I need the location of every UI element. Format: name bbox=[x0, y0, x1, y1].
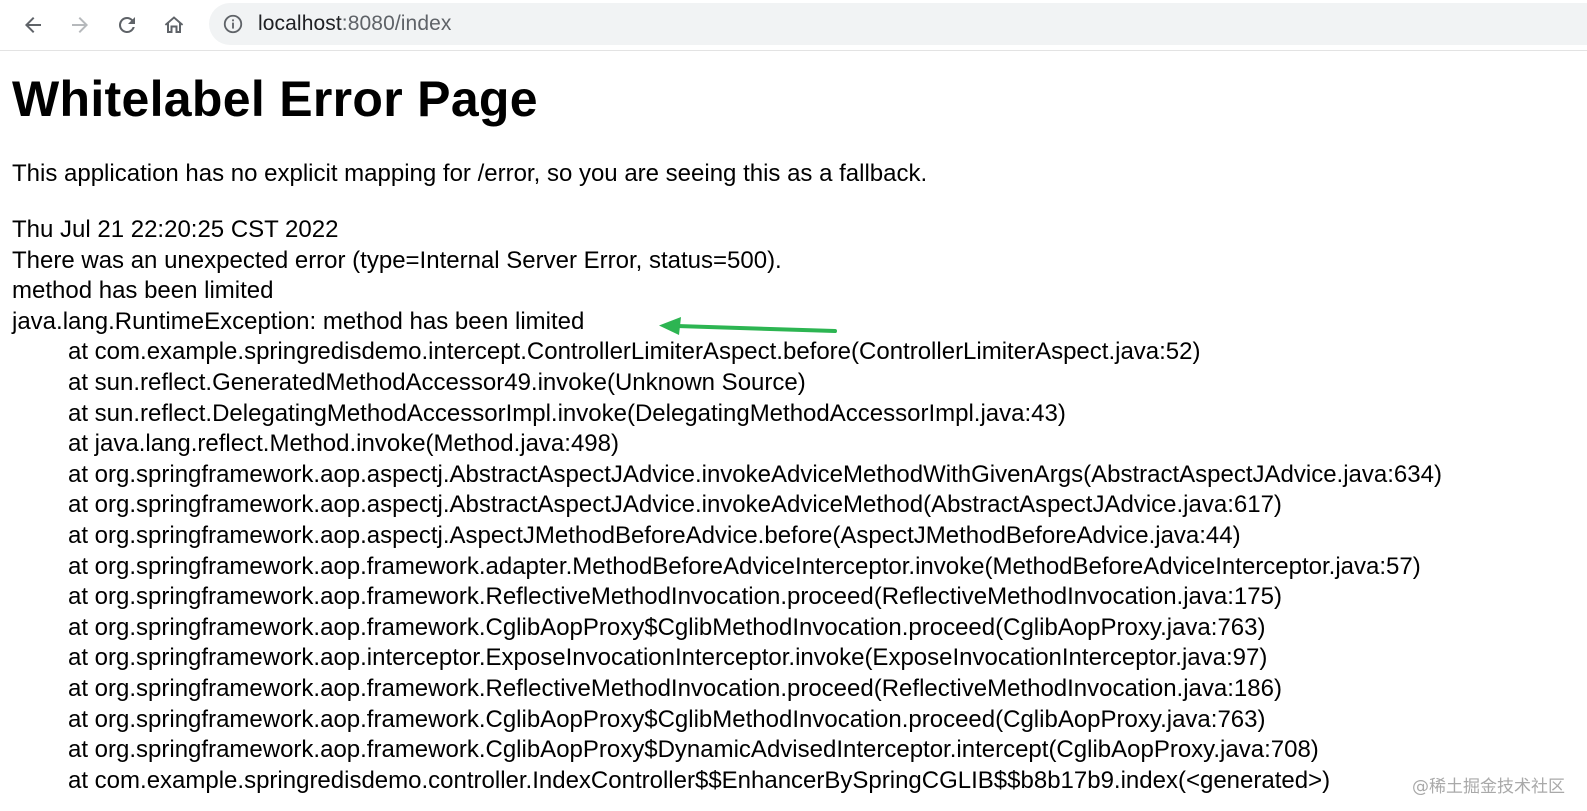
stack-frame: at org.springframework.aop.aspectj.Aspec… bbox=[68, 521, 1241, 549]
stack-frame: at org.springframework.aop.framework.Cgl… bbox=[68, 705, 1266, 733]
browser-toolbar: localhost:8080/index bbox=[0, 0, 1587, 51]
watermark: @稀土掘金技术社区 bbox=[1412, 777, 1565, 797]
url-host: localhost bbox=[258, 12, 342, 35]
home-button[interactable] bbox=[156, 7, 192, 43]
reload-button[interactable] bbox=[109, 7, 145, 43]
stack-frame: at java.lang.reflect.Method.invoke(Metho… bbox=[68, 430, 619, 458]
forward-button[interactable] bbox=[62, 7, 98, 43]
stack-frame: at sun.reflect.GeneratedMethodAccessor49… bbox=[68, 368, 806, 396]
error-details: Thu Jul 21 22:20:25 CST 2022 There was a… bbox=[12, 215, 1442, 796]
stack-frame: at org.springframework.aop.framework.Cgl… bbox=[68, 736, 1319, 764]
info-icon[interactable] bbox=[222, 13, 244, 35]
stack-frame: at org.springframework.aop.framework.ada… bbox=[68, 552, 1421, 580]
stack-frame: at org.springframework.aop.framework.Ref… bbox=[68, 583, 1282, 611]
error-timestamp: Thu Jul 21 22:20:25 CST 2022 bbox=[12, 216, 339, 243]
stack-frame: at org.springframework.aop.framework.Cgl… bbox=[68, 613, 1266, 641]
error-message: method has been limited bbox=[12, 277, 274, 305]
back-button[interactable] bbox=[15, 7, 51, 43]
stack-frame: at com.example.springredisdemo.controlle… bbox=[68, 766, 1331, 794]
stack-frame: at org.springframework.aop.interceptor.E… bbox=[68, 644, 1268, 672]
url-text[interactable]: localhost:8080/index bbox=[258, 12, 452, 36]
reload-icon bbox=[118, 16, 135, 33]
page-title: Whitelabel Error Page bbox=[12, 71, 538, 127]
url-path: :8080/index bbox=[341, 12, 452, 35]
forward-arrow-icon bbox=[72, 17, 88, 33]
error-description: This application has no explicit mapping… bbox=[12, 160, 928, 187]
stack-frame: at sun.reflect.DelegatingMethodAccessorI… bbox=[68, 399, 1066, 427]
back-arrow-icon bbox=[25, 17, 41, 33]
address-bar[interactable]: localhost:8080/index bbox=[209, 3, 1587, 45]
stack-frame: at org.springframework.aop.aspectj.Abstr… bbox=[68, 491, 1282, 519]
stack-frame: at org.springframework.aop.aspectj.Abstr… bbox=[68, 460, 1442, 488]
annotation-arrow-icon bbox=[659, 317, 837, 335]
stack-frame: at org.springframework.aop.framework.Ref… bbox=[68, 674, 1282, 702]
error-status-line: There was an unexpected error (type=Inte… bbox=[12, 246, 782, 274]
home-icon bbox=[164, 16, 184, 33]
